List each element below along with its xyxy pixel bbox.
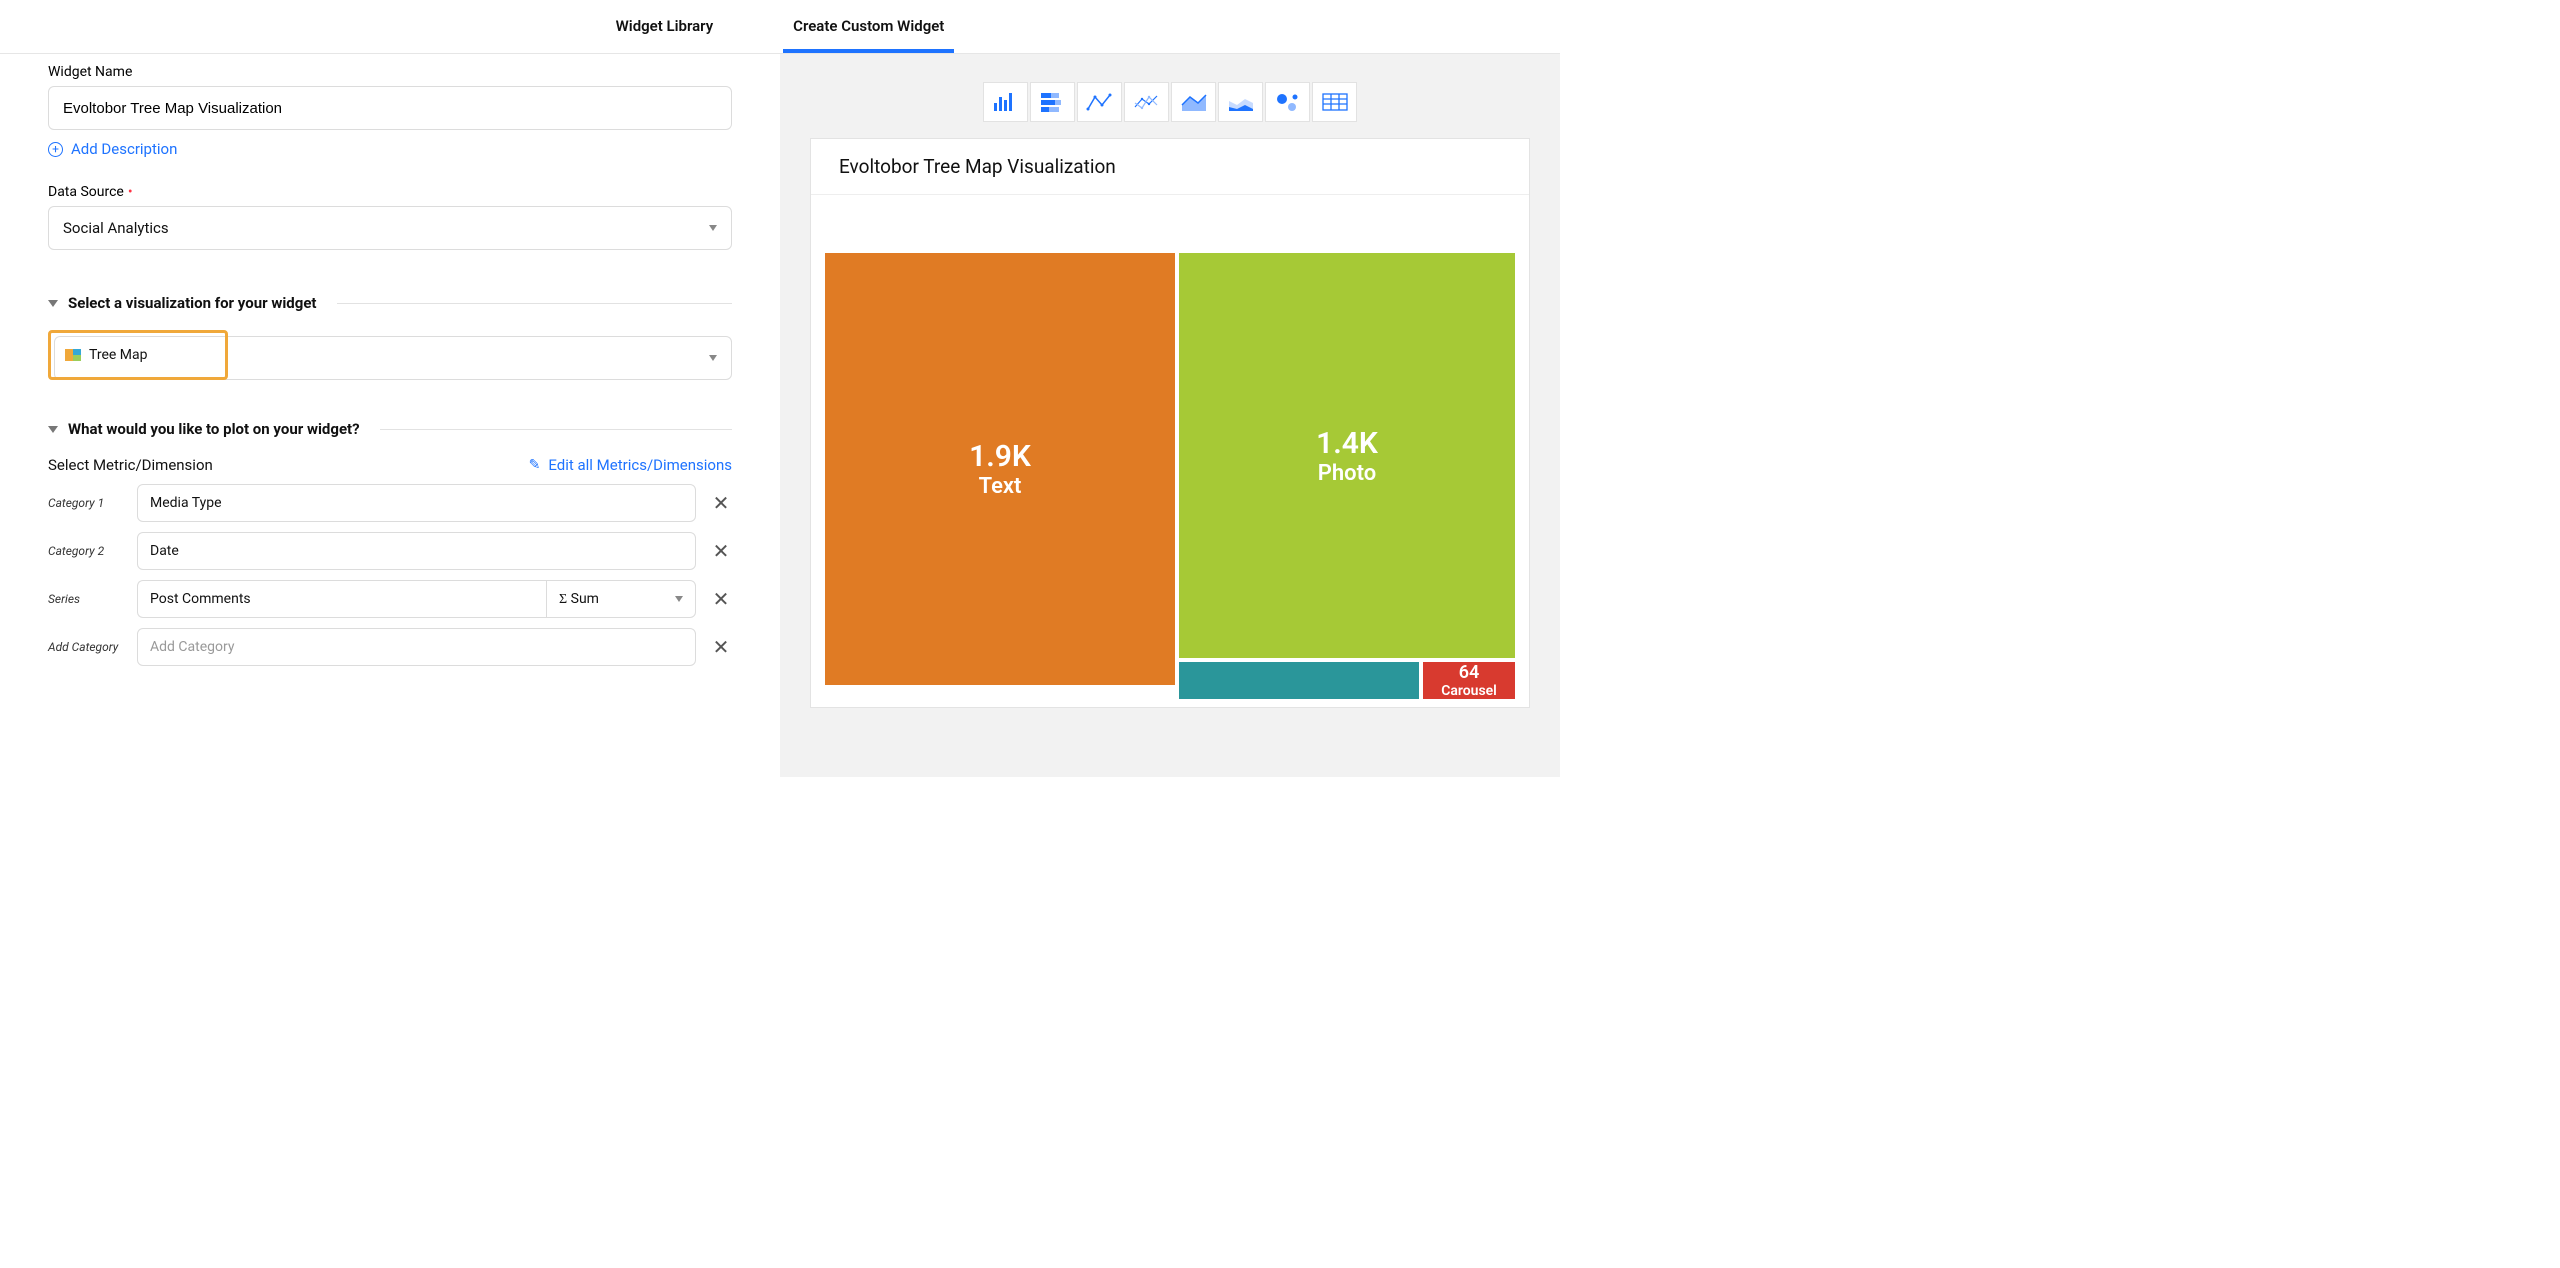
- remove-series-button[interactable]: ✕: [710, 587, 732, 611]
- chevron-down-icon: [709, 225, 717, 231]
- series-aggregation-select[interactable]: Σ Sum: [546, 580, 696, 618]
- series-label: Series: [48, 592, 123, 606]
- treemap-cell-teal: [1179, 662, 1419, 699]
- bar-chart-icon[interactable]: [983, 82, 1028, 122]
- select-metric-label: Select Metric/Dimension: [48, 456, 213, 474]
- treemap-chart: 1.9K Text 1.4K Photo 64 Carousel: [811, 195, 1529, 685]
- visualization-highlight: Tree Map: [48, 330, 228, 380]
- chevron-down-icon: [675, 596, 683, 602]
- remove-category-1-button[interactable]: ✕: [710, 491, 732, 515]
- treemap-cell-carousel: 64 Carousel: [1423, 662, 1515, 699]
- chevron-down-icon: [709, 355, 717, 361]
- chart-type-toolbar: [810, 82, 1530, 122]
- remove-category-2-button[interactable]: ✕: [710, 539, 732, 563]
- treemap-cell-text: 1.9K Text: [825, 253, 1175, 685]
- stacked-area-icon[interactable]: [1218, 82, 1263, 122]
- area-chart-icon[interactable]: [1171, 82, 1216, 122]
- stacked-bar-icon[interactable]: [1030, 82, 1075, 122]
- data-source-select[interactable]: Social Analytics: [48, 206, 732, 250]
- widget-name-label: Widget Name: [48, 64, 732, 80]
- line-chart-icon[interactable]: [1077, 82, 1122, 122]
- section-plot: What would you like to plot on your widg…: [48, 420, 732, 438]
- series-input[interactable]: Post Comments: [137, 580, 546, 618]
- add-description-label: Add Description: [71, 140, 177, 158]
- tab-widget-library[interactable]: Widget Library: [606, 17, 724, 53]
- pencil-icon: ✎: [529, 457, 541, 473]
- preview-title: Evoltobor Tree Map Visualization: [811, 139, 1529, 195]
- treemap-icon: [65, 349, 81, 361]
- add-description-button[interactable]: + Add Description: [48, 140, 732, 158]
- category-1-label: Category 1: [48, 496, 123, 510]
- plus-circle-icon: +: [48, 142, 63, 157]
- visualization-value: Tree Map: [89, 347, 147, 363]
- section-select-visualization: Select a visualization for your widget: [48, 294, 732, 312]
- data-source-label: Data Source•: [48, 184, 732, 200]
- category-1-input[interactable]: Media Type: [137, 484, 696, 522]
- data-source-value: Social Analytics: [63, 219, 169, 237]
- treemap-cell-photo: 1.4K Photo: [1179, 253, 1515, 658]
- widget-name-input[interactable]: [48, 86, 732, 130]
- category-2-label: Category 2: [48, 544, 123, 558]
- sigma-icon: Σ: [559, 592, 567, 607]
- category-2-input[interactable]: Date: [137, 532, 696, 570]
- bubble-chart-icon[interactable]: [1265, 82, 1310, 122]
- collapse-triangle-icon[interactable]: [48, 300, 58, 307]
- table-icon[interactable]: [1312, 82, 1357, 122]
- tab-create-custom-widget[interactable]: Create Custom Widget: [783, 17, 954, 53]
- add-category-input[interactable]: Add Category: [137, 628, 696, 666]
- add-category-label: Add Category: [48, 640, 123, 654]
- remove-add-category-button[interactable]: ✕: [710, 635, 732, 659]
- collapse-triangle-icon[interactable]: [48, 426, 58, 433]
- widget-preview: Evoltobor Tree Map Visualization 1.9K Te…: [810, 138, 1530, 708]
- multiline-icon[interactable]: [1124, 82, 1169, 122]
- edit-all-metrics-button[interactable]: ✎ Edit all Metrics/Dimensions: [529, 456, 732, 474]
